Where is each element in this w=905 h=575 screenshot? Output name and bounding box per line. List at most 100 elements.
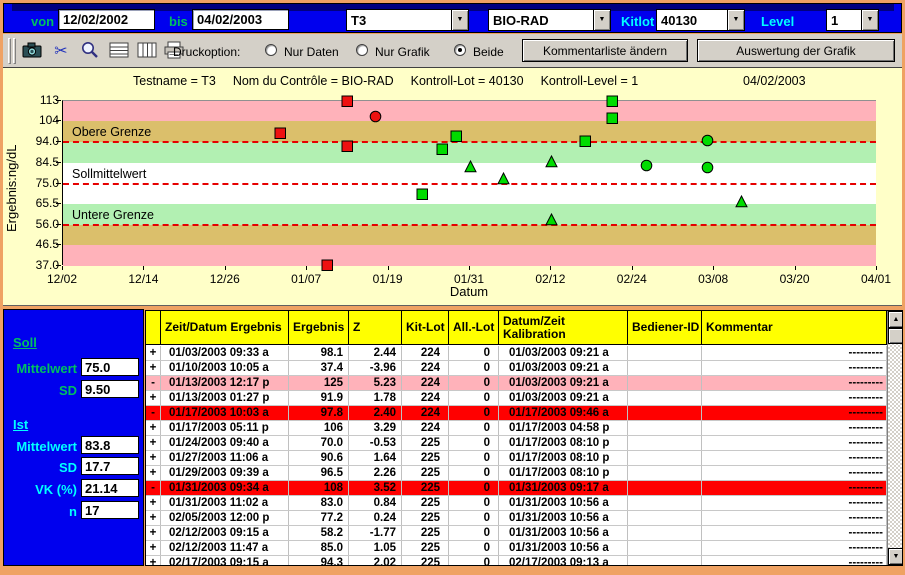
cell-kalibration: 01/17/2003 08:10 p — [499, 466, 628, 480]
y-tick-mark — [56, 203, 61, 204]
cell-kitlot: 225 — [402, 526, 449, 540]
cell-kitlot: 224 — [402, 346, 449, 360]
cell-alllot: 0 — [449, 466, 499, 480]
scissors-icon[interactable]: ✂ — [50, 41, 72, 61]
kommentarliste-button[interactable]: Kommentarliste ändern — [522, 39, 688, 62]
data-point-square — [606, 95, 619, 108]
kitlot-select[interactable]: 40130 ▼ — [656, 9, 745, 31]
soll-sd-value[interactable]: 9.50 — [81, 380, 139, 398]
cell-sign: + — [146, 451, 161, 465]
data-point-square — [579, 135, 592, 148]
table-scrollbar[interactable]: ▲ ▼ — [887, 311, 903, 566]
cell-alllot: 0 — [449, 421, 499, 435]
column-header: Z — [349, 311, 402, 344]
x-tick-label: 03/20 — [773, 272, 817, 286]
zoom-icon[interactable] — [79, 41, 101, 61]
cell-zeit: 01/13/2003 01:27 p — [161, 391, 289, 405]
cell-z: 1.64 — [349, 451, 402, 465]
cell-kitlot: 225 — [402, 436, 449, 450]
cell-bediener — [628, 436, 702, 450]
scroll-down-button[interactable]: ▼ — [888, 548, 903, 565]
cell-zeit: 01/17/2003 05:11 p — [161, 421, 289, 435]
scrollbar-thumb[interactable] — [888, 328, 903, 344]
table-row[interactable]: +02/12/2003 09:15 a58.2-1.77225001/31/20… — [146, 526, 887, 541]
soll-mittelwert-value[interactable]: 75.0 — [81, 358, 139, 376]
table-row[interactable]: +02/05/2003 12:00 p77.20.24225001/31/200… — [146, 511, 887, 526]
x-tick-label: 01/19 — [366, 272, 410, 286]
ist-mittelwert-label: Mittelwert — [5, 439, 77, 454]
table-row[interactable]: +01/03/2003 09:33 a98.12.44224001/03/200… — [146, 346, 887, 361]
cell-zeit: 01/13/2003 12:17 p — [161, 376, 289, 390]
dropdown-arrow-icon[interactable]: ▼ — [451, 10, 468, 30]
table-row[interactable]: +02/12/2003 11:47 a85.01.05225001/31/200… — [146, 541, 887, 556]
table-row[interactable]: +01/13/2003 01:27 p91.91.78224001/03/200… — [146, 391, 887, 406]
von-date-input[interactable]: 12/02/2002 — [58, 9, 155, 30]
cell-bediener — [628, 361, 702, 375]
table-row[interactable]: +01/31/2003 11:02 a83.00.84225001/31/200… — [146, 496, 887, 511]
table-row[interactable]: +01/10/2003 10:05 a37.4-3.96224001/03/20… — [146, 361, 887, 376]
cell-kommentar: --------- — [702, 526, 887, 540]
auswertung-button[interactable]: Auswertung der Grafik — [697, 39, 895, 62]
sd-band — [63, 225, 876, 246]
cell-kommentar: --------- — [702, 421, 887, 435]
y-tick-label: 84.5 — [21, 155, 59, 169]
ist-n-value: 17 — [81, 501, 139, 519]
cell-z: 0.84 — [349, 496, 402, 510]
cell-z: 2.02 — [349, 556, 402, 566]
row-list-icon[interactable] — [108, 41, 130, 61]
cell-kalibration: 01/03/2003 09:21 a — [499, 346, 628, 360]
radio-beide-label: Beide — [473, 45, 504, 59]
table-row[interactable]: -01/31/2003 09:34 a1083.52225001/31/2003… — [146, 481, 887, 496]
chart-section: Testname = T3 Nom du Contrôle = BIO-RAD … — [3, 68, 902, 306]
camera-icon[interactable] — [21, 41, 43, 61]
cell-ergebnis: 106 — [289, 421, 349, 435]
cell-kalibration: 01/03/2003 09:21 a — [499, 361, 628, 375]
table-row[interactable]: -01/13/2003 12:17 p1255.23224001/03/2003… — [146, 376, 887, 391]
level-select[interactable]: 1 ▼ — [826, 9, 879, 31]
data-point-triangle — [464, 160, 477, 173]
cell-kommentar: --------- — [702, 391, 887, 405]
cell-ergebnis: 77.2 — [289, 511, 349, 525]
control-select[interactable]: BIO-RAD ▼ — [488, 9, 611, 31]
cell-kitlot: 225 — [402, 466, 449, 480]
cell-z: -1.77 — [349, 526, 402, 540]
column-grid-icon[interactable] — [136, 41, 158, 61]
radio-nur-daten[interactable] — [265, 44, 277, 56]
dropdown-arrow-icon[interactable]: ▼ — [861, 10, 878, 30]
cell-zeit: 01/17/2003 10:03 a — [161, 406, 289, 420]
cell-zeit: 01/10/2003 10:05 a — [161, 361, 289, 375]
table-row[interactable]: +02/17/2003 09:15 a94.32.02225002/17/200… — [146, 556, 887, 566]
radio-beide[interactable] — [454, 44, 466, 56]
table-row[interactable]: +01/24/2003 09:40 a70.0-0.53225001/17/20… — [146, 436, 887, 451]
bis-date-input[interactable]: 04/02/2003 — [192, 9, 289, 30]
table-row[interactable]: +01/27/2003 11:06 a90.61.64225001/17/200… — [146, 451, 887, 466]
cell-kalibration: 01/03/2003 09:21 a — [499, 376, 628, 390]
cell-sign: + — [146, 526, 161, 540]
scroll-up-button[interactable]: ▲ — [888, 311, 903, 328]
y-tick-mark — [56, 244, 61, 245]
x-tick-label: 02/24 — [610, 272, 654, 286]
radio-nur-grafik[interactable] — [356, 44, 368, 56]
cell-zeit: 02/05/2003 12:00 p — [161, 511, 289, 525]
test-select[interactable]: T3 ▼ — [346, 9, 469, 31]
cell-zeit: 01/31/2003 09:34 a — [161, 481, 289, 495]
x-tick-mark — [632, 266, 633, 270]
sd-band — [63, 245, 876, 266]
cell-zeit: 01/29/2003 09:39 a — [161, 466, 289, 480]
cell-sign: + — [146, 556, 161, 566]
dropdown-arrow-icon[interactable]: ▼ — [593, 10, 610, 30]
x-tick-mark — [550, 266, 551, 270]
sd-band — [63, 101, 876, 121]
cell-kommentar: --------- — [702, 496, 887, 510]
column-header: Kommentar — [702, 311, 887, 344]
x-tick-mark — [62, 266, 63, 270]
dropdown-arrow-icon[interactable]: ▼ — [727, 10, 744, 30]
table-row[interactable]: +01/29/2003 09:39 a96.52.26225001/17/200… — [146, 466, 887, 481]
table-row[interactable]: +01/17/2003 05:11 p1063.29224001/17/2003… — [146, 421, 887, 436]
filter-bar: von 12/02/2002 bis 04/02/2003 T3 ▼ BIO-R… — [3, 3, 902, 33]
table-row[interactable]: -01/17/2003 10:03 a97.82.40224001/17/200… — [146, 406, 887, 421]
x-tick-label: 01/31 — [447, 272, 491, 286]
x-tick-mark — [388, 266, 389, 270]
cell-z: 0.24 — [349, 511, 402, 525]
limit-line-label: Obere Grenze — [72, 125, 151, 139]
